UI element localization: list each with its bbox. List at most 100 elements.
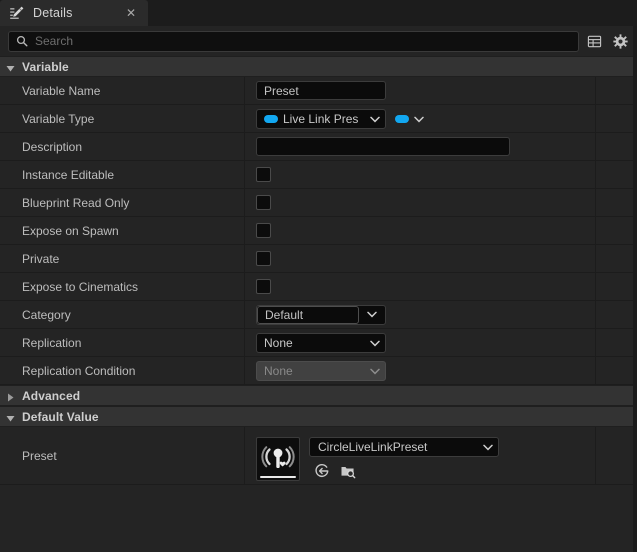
chevron-down-icon bbox=[370, 336, 380, 350]
section-header-variable[interactable]: Variable bbox=[0, 56, 637, 77]
asset-action-buttons bbox=[309, 462, 499, 479]
asset-thumbnail[interactable] bbox=[256, 437, 300, 481]
variable-type-container-dropdown[interactable] bbox=[395, 109, 424, 129]
section-label: Advanced bbox=[22, 388, 81, 403]
details-pencil-icon bbox=[9, 5, 25, 21]
row-value-cell bbox=[245, 273, 596, 300]
row-value-cell bbox=[245, 161, 596, 188]
use-selected-asset-icon[interactable] bbox=[313, 462, 330, 479]
row-value-cell: Preset bbox=[245, 77, 596, 104]
row-blueprint-read-only: Blueprint Read Only bbox=[0, 189, 637, 217]
row-label-cell: Replication Condition bbox=[0, 357, 245, 384]
browse-to-asset-icon[interactable] bbox=[339, 462, 356, 479]
section-header-default-value[interactable]: Default Value bbox=[0, 406, 637, 427]
blueprint-read-only-checkbox[interactable] bbox=[256, 195, 271, 210]
row-value-cell: CircleLiveLinkPreset bbox=[245, 427, 596, 484]
label-instance-editable: Instance Editable bbox=[22, 167, 115, 182]
default-value-property-list: Preset CircleLiveLinkPreset bbox=[0, 427, 637, 485]
row-extra-cell bbox=[596, 133, 637, 160]
search-box[interactable] bbox=[8, 30, 579, 52]
category-combo[interactable]: Default bbox=[256, 304, 386, 325]
private-checkbox[interactable] bbox=[256, 251, 271, 266]
row-extra-cell bbox=[596, 105, 637, 132]
label-category: Category bbox=[22, 307, 71, 322]
variable-type-dropdown[interactable]: Live Link Pres bbox=[256, 108, 386, 129]
category-input[interactable]: Default bbox=[257, 305, 359, 324]
row-value-cell bbox=[245, 189, 596, 216]
asset-controls: CircleLiveLinkPreset bbox=[309, 437, 499, 479]
row-preset: Preset CircleLiveLinkPreset bbox=[0, 427, 637, 485]
row-value-cell: None bbox=[245, 357, 596, 384]
row-label-cell: Instance Editable bbox=[0, 161, 245, 188]
tab-details[interactable]: Details ✕ bbox=[0, 0, 148, 26]
search-icon bbox=[16, 35, 28, 47]
row-extra-cell bbox=[596, 77, 637, 104]
row-extra-cell bbox=[596, 245, 637, 272]
replication-condition-dropdown: None bbox=[256, 360, 386, 381]
section-header-advanced[interactable]: Advanced bbox=[0, 385, 637, 406]
section-label: Default Value bbox=[22, 409, 99, 424]
replication-condition-value: None bbox=[264, 363, 293, 378]
label-expose-to-cinematics: Expose to Cinematics bbox=[22, 279, 139, 294]
chevron-down-icon bbox=[6, 62, 15, 72]
row-label-cell: Category bbox=[0, 301, 245, 328]
settings-gear-icon[interactable] bbox=[609, 29, 631, 53]
search-input[interactable] bbox=[35, 34, 571, 48]
row-extra-cell bbox=[596, 161, 637, 188]
row-category: Category Default bbox=[0, 301, 637, 329]
row-label-cell: Replication bbox=[0, 329, 245, 356]
variable-name-input[interactable]: Preset bbox=[256, 81, 386, 100]
row-label-cell: Private bbox=[0, 245, 245, 272]
instance-editable-checkbox[interactable] bbox=[256, 167, 271, 182]
container-pill-icon bbox=[395, 114, 409, 123]
row-expose-to-cinematics: Expose to Cinematics bbox=[0, 273, 637, 301]
label-preset: Preset bbox=[22, 448, 57, 463]
label-variable-name: Variable Name bbox=[22, 83, 101, 98]
row-variable-type: Variable Type Live Link Pres bbox=[0, 105, 637, 133]
expose-to-cinematics-checkbox[interactable] bbox=[256, 279, 271, 294]
row-label-cell: Variable Name bbox=[0, 77, 245, 104]
chevron-down-icon bbox=[370, 112, 380, 126]
label-replication-condition: Replication Condition bbox=[22, 363, 136, 378]
row-label-cell: Preset bbox=[0, 427, 245, 484]
row-value-cell bbox=[245, 133, 596, 160]
replication-dropdown[interactable]: None bbox=[256, 332, 386, 353]
row-private: Private bbox=[0, 245, 637, 273]
row-label-cell: Expose on Spawn bbox=[0, 217, 245, 244]
column-layout-icon[interactable] bbox=[583, 29, 605, 53]
chevron-down-icon bbox=[483, 440, 493, 454]
row-variable-name: Variable Name Preset bbox=[0, 77, 637, 105]
preset-asset-dropdown[interactable]: CircleLiveLinkPreset bbox=[309, 437, 499, 457]
chevron-down-icon bbox=[6, 412, 15, 422]
row-expose-on-spawn: Expose on Spawn bbox=[0, 217, 637, 245]
panel-right-gutter bbox=[633, 26, 637, 552]
section-label: Variable bbox=[22, 59, 69, 74]
row-description: Description bbox=[0, 133, 637, 161]
chevron-down-icon bbox=[414, 112, 424, 126]
row-value-cell: None bbox=[245, 329, 596, 356]
search-toolbar bbox=[0, 26, 637, 56]
row-replication: Replication None bbox=[0, 329, 637, 357]
replication-value: None bbox=[264, 335, 293, 350]
row-value-cell bbox=[245, 217, 596, 244]
label-variable-type: Variable Type bbox=[22, 111, 95, 126]
tab-bar: Details ✕ bbox=[0, 0, 637, 26]
row-label-cell: Variable Type bbox=[0, 105, 245, 132]
row-extra-cell bbox=[596, 301, 637, 328]
label-expose-on-spawn: Expose on Spawn bbox=[22, 223, 119, 238]
label-private: Private bbox=[22, 251, 60, 266]
expose-on-spawn-checkbox[interactable] bbox=[256, 223, 271, 238]
thumbnail-underline bbox=[260, 476, 296, 478]
row-value-cell: Live Link Pres bbox=[245, 105, 596, 132]
row-extra-cell bbox=[596, 329, 637, 356]
label-blueprint-read-only: Blueprint Read Only bbox=[22, 195, 130, 210]
row-extra-cell bbox=[596, 273, 637, 300]
variable-property-list: Variable Name Preset Variable Type Live … bbox=[0, 77, 637, 385]
row-extra-cell bbox=[596, 217, 637, 244]
variable-type-value: Live Link Pres bbox=[283, 111, 359, 126]
description-input[interactable] bbox=[256, 137, 510, 156]
row-extra-cell bbox=[596, 427, 637, 484]
chevron-down-icon[interactable] bbox=[359, 311, 385, 318]
close-icon[interactable]: ✕ bbox=[124, 6, 138, 20]
type-pill-icon bbox=[264, 114, 278, 123]
